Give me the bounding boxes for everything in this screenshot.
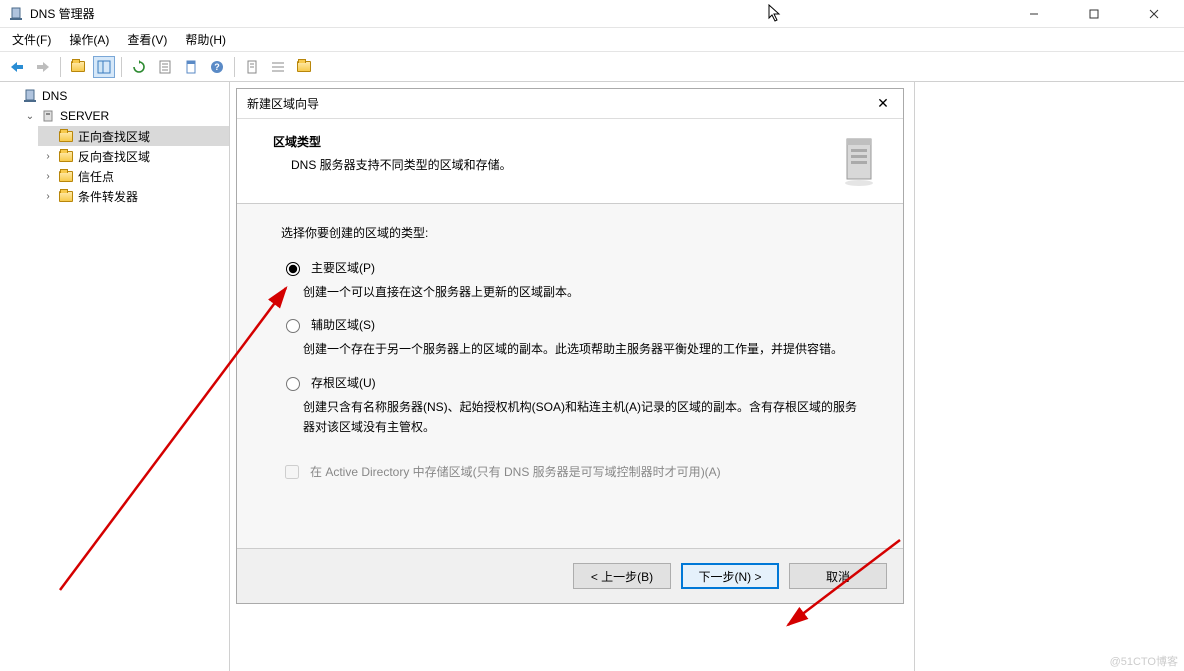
show-hide-tree-button[interactable] <box>93 56 115 78</box>
checkbox-store-in-ad-input <box>285 465 299 479</box>
tree-node-label: 条件转发器 <box>78 188 138 205</box>
folder-icon <box>58 188 74 204</box>
wizard-body: 选择你要创建的区域的类型: 主要区域(P) 创建一个可以直接在这个服务器上更新的… <box>237 204 903 548</box>
folder-icon <box>58 168 74 184</box>
tree-node-server[interactable]: ⌄ SERVER <box>20 106 229 126</box>
content-pane: 新建区域向导 ✕ 区域类型 DNS 服务器支持不同类型的区域和存储。 <box>230 82 914 671</box>
filter-button[interactable] <box>241 56 263 78</box>
wizard-titlebar: 新建区域向导 ✕ <box>237 89 903 119</box>
radio-primary-zone-input[interactable] <box>286 262 300 276</box>
maximize-button[interactable] <box>1076 4 1112 24</box>
export-list-button[interactable] <box>154 56 176 78</box>
wizard-banner: 区域类型 DNS 服务器支持不同类型的区域和存储。 <box>237 119 903 204</box>
tree-node-label: DNS <box>42 89 67 103</box>
dns-root-icon <box>22 88 38 104</box>
actions-pane <box>914 82 1184 671</box>
list-button[interactable] <box>267 56 289 78</box>
radio-secondary-zone-input[interactable] <box>286 319 300 333</box>
folder-icon <box>58 128 74 144</box>
wizard-prompt: 选择你要创建的区域的类型: <box>281 224 859 241</box>
checkbox-label: 在 Active Directory 中存储区域(只有 DNS 服务器是可写域控… <box>310 463 721 480</box>
menu-view[interactable]: 查看(V) <box>119 28 175 51</box>
close-button[interactable] <box>1136 4 1172 24</box>
checkbox-store-in-ad: 在 Active Directory 中存储区域(只有 DNS 服务器是可写域控… <box>281 462 859 482</box>
radio-stub-zone-input[interactable] <box>286 377 300 391</box>
collapse-icon[interactable]: ⌄ <box>24 111 36 122</box>
tree-node-label: SERVER <box>60 109 109 123</box>
folder-icon <box>58 148 74 164</box>
radio-primary-zone[interactable]: 主要区域(P) <box>281 259 859 276</box>
window-title: DNS 管理器 <box>30 5 95 22</box>
minimize-button[interactable] <box>1016 4 1052 24</box>
tree-node-label: 信任点 <box>78 168 114 185</box>
tree-pane: DNS ⌄ SERVER <box>0 82 230 671</box>
app-icon <box>8 6 24 22</box>
wizard-close-button[interactable]: ✕ <box>869 93 897 115</box>
new-zone-wizard-dialog: 新建区域向导 ✕ 区域类型 DNS 服务器支持不同类型的区域和存储。 <box>236 88 904 604</box>
toolbar-separator <box>60 57 61 77</box>
tree-node-label: 反向查找区域 <box>78 148 150 165</box>
toolbar-separator <box>234 57 235 77</box>
expand-icon[interactable]: › <box>42 151 54 162</box>
radio-stub-zone[interactable]: 存根区域(U) <box>281 374 859 391</box>
server-illustration-icon <box>837 133 885 189</box>
wizard-title: 新建区域向导 <box>247 95 869 112</box>
menu-bar: 文件(F) 操作(A) 查看(V) 帮助(H) <box>0 28 1184 52</box>
watermark: @51CTO博客 <box>1110 653 1178 669</box>
forward-button[interactable] <box>32 56 54 78</box>
option-stub-zone: 存根区域(U) 创建只含有名称服务器(NS)、起始授权机构(SOA)和粘连主机(… <box>281 374 859 438</box>
up-folder-button[interactable] <box>67 56 89 78</box>
next-button[interactable]: 下一步(N) > <box>681 563 779 589</box>
cancel-button[interactable]: 取消 <box>789 563 887 589</box>
wizard-subheading: DNS 服务器支持不同类型的区域和存储。 <box>273 156 837 173</box>
back-button[interactable] <box>6 56 28 78</box>
main-area: DNS ⌄ SERVER <box>0 82 1184 671</box>
option-primary-zone: 主要区域(P) 创建一个可以直接在这个服务器上更新的区域副本。 <box>281 259 859 302</box>
radio-label: 辅助区域(S) <box>311 316 375 333</box>
expand-icon[interactable]: › <box>42 191 54 202</box>
radio-label: 主要区域(P) <box>311 259 375 276</box>
tree-node-dns[interactable]: DNS <box>2 86 229 106</box>
expand-icon[interactable]: › <box>42 171 54 182</box>
option-description: 创建一个可以直接在这个服务器上更新的区域副本。 <box>281 282 859 302</box>
back-button[interactable]: < 上一步(B) <box>573 563 671 589</box>
tree-node-label: 正向查找区域 <box>78 128 150 145</box>
window-controls <box>1016 4 1172 24</box>
toolbar: ? <box>0 52 1184 82</box>
radio-secondary-zone[interactable]: 辅助区域(S) <box>281 316 859 333</box>
option-description: 创建只含有名称服务器(NS)、起始授权机构(SOA)和粘连主机(A)记录的区域的… <box>281 397 859 438</box>
title-bar: DNS 管理器 <box>0 0 1184 28</box>
wizard-button-row: < 上一步(B) 下一步(N) > 取消 <box>237 548 903 603</box>
toolbar-separator <box>121 57 122 77</box>
option-secondary-zone: 辅助区域(S) 创建一个存在于另一个服务器上的区域的副本。此选项帮助主服务器平衡… <box>281 316 859 359</box>
svg-text:?: ? <box>214 62 220 72</box>
close-icon: ✕ <box>877 95 889 112</box>
server-icon <box>40 108 56 124</box>
properties-button[interactable] <box>180 56 202 78</box>
tree-node-reverse-zone[interactable]: › 反向查找区域 <box>38 146 229 166</box>
wizard-heading: 区域类型 <box>273 133 837 150</box>
tree-node-forward-zone[interactable]: 正向查找区域 <box>38 126 229 146</box>
refresh-button[interactable] <box>128 56 150 78</box>
tree-node-trust-points[interactable]: › 信任点 <box>38 166 229 186</box>
tree-node-conditional-forwarders[interactable]: › 条件转发器 <box>38 186 229 206</box>
new-zone-button[interactable] <box>293 56 315 78</box>
menu-help[interactable]: 帮助(H) <box>177 28 234 51</box>
menu-action[interactable]: 操作(A) <box>61 28 117 51</box>
menu-file[interactable]: 文件(F) <box>4 28 59 51</box>
radio-label: 存根区域(U) <box>311 374 376 391</box>
help-button[interactable]: ? <box>206 56 228 78</box>
option-description: 创建一个存在于另一个服务器上的区域的副本。此选项帮助主服务器平衡处理的工作量，并… <box>281 339 859 359</box>
